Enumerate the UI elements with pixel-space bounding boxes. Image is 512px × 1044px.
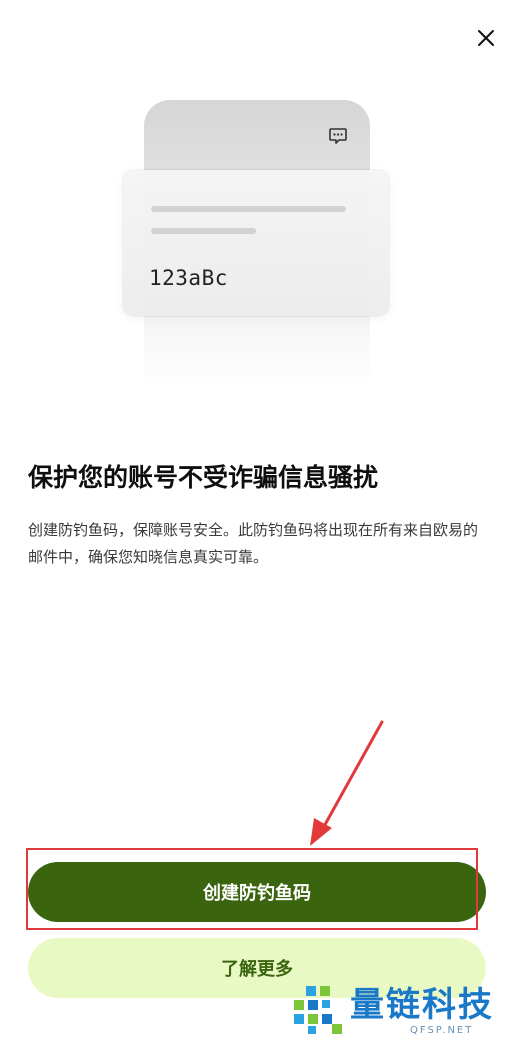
placeholder-line [151,228,256,234]
watermark-domain: QFSP.NET [410,1025,474,1036]
message-dots-icon [329,128,347,144]
annotation-highlight-box [26,848,478,930]
watermark-name: 量链科技 [350,985,494,1025]
close-icon [478,30,494,46]
anti-phishing-code-sample: 123aBc [149,266,228,290]
close-button[interactable] [470,22,502,54]
page-title: 保护您的账号不受诈骗信息骚扰 [28,463,379,492]
annotation-arrow-icon [310,720,384,846]
watermark: 量链科技 QFSP.NET [292,984,512,1044]
email-preview-card: 123aBc [123,170,389,316]
anti-phishing-illustration: 123aBc [120,100,395,390]
page-description: 创建防钓鱼码，保障账号安全。此防钓鱼码将出现在所有来自欧易的邮件中，确保您知晓信… [28,521,479,566]
placeholder-line [151,206,346,212]
watermark-logo-icon [294,986,342,1034]
